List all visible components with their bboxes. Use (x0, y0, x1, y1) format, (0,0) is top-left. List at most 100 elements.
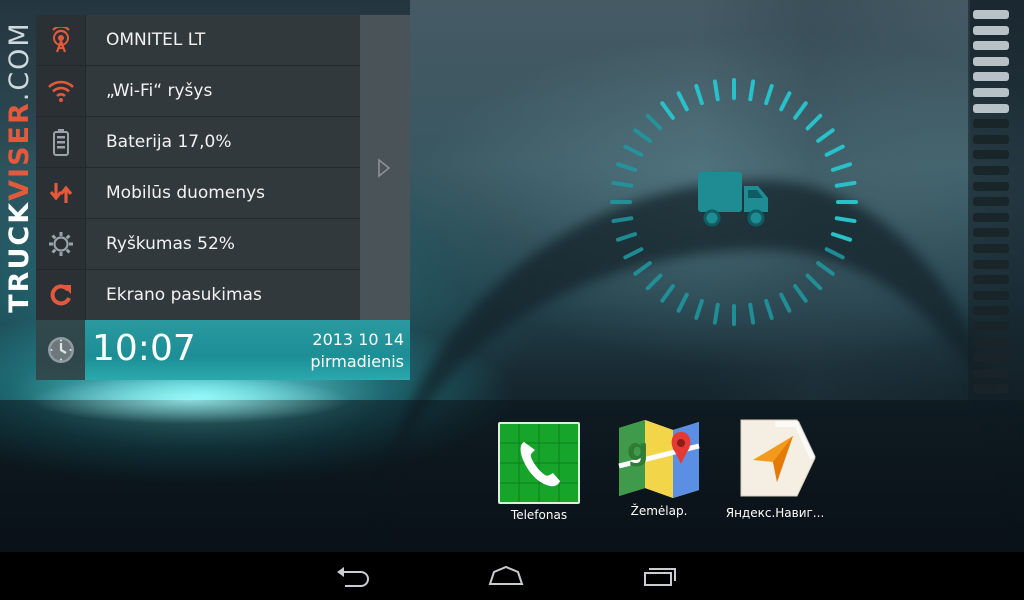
clock-time: 10:07 (92, 328, 196, 369)
gauge-tick (676, 91, 689, 112)
status-row-battery[interactable]: Baterija 17,0% (36, 117, 360, 168)
brand-com: .COM (3, 21, 35, 102)
status-label: Ekrano pasukimas (106, 285, 262, 305)
status-panel: OMNITEL LT „Wi-Fi“ ryšys Baterija 17,0% … (36, 15, 410, 320)
gauge-tick (779, 292, 792, 313)
gauge-tick (660, 284, 675, 303)
volume-bar-segment (973, 275, 1009, 285)
brightness-gear-icon (36, 219, 86, 269)
app-label: Telefonas (510, 508, 568, 522)
status-row-wifi[interactable]: „Wi-Fi“ ryšys (36, 66, 360, 117)
status-row-carrier[interactable]: OMNITEL LT (36, 15, 360, 66)
volume-bar-segment (973, 150, 1009, 160)
volume-bar-segment (973, 134, 1009, 144)
app-yandex-navigator[interactable]: Яндекс.Навиг... (720, 418, 830, 520)
clock-date-block: 2013 10 14 pirmadienis (310, 329, 404, 373)
clock-weekday: pirmadienis (310, 352, 404, 371)
gauge-tick (779, 91, 792, 112)
volume-bars[interactable] (968, 0, 1024, 400)
volume-bar-segment (973, 306, 1009, 316)
volume-bar-segment (973, 56, 1009, 66)
volume-bar-segment (973, 290, 1009, 300)
volume-bar-segment (973, 10, 1009, 19)
gauge-tick (611, 180, 634, 188)
volume-bar-segment (973, 212, 1009, 222)
back-icon[interactable] (333, 564, 373, 588)
status-row-mobile-data[interactable]: Mobilūs duomenys (36, 168, 360, 219)
volume-bar-segment (973, 368, 1009, 378)
gauge-tick (712, 302, 720, 325)
gauge-tick (824, 144, 845, 157)
truck-icon (698, 172, 768, 227)
status-label: Ryškumas 52% (106, 234, 235, 254)
speed-gauge[interactable] (608, 76, 860, 328)
gauge-tick (834, 216, 857, 224)
wifi-icon (36, 66, 86, 116)
recents-icon[interactable] (640, 564, 680, 588)
app-label: Яндекс.Навиг... (725, 506, 825, 520)
volume-bar-segment (973, 244, 1009, 253)
gauge-tick (816, 261, 835, 276)
gauge-tick (764, 298, 774, 321)
gauge-tick (611, 216, 634, 224)
status-row-rotation[interactable]: Ekrano pasukimas (36, 270, 360, 320)
maps-app-icon: g (617, 418, 701, 500)
navigation-bar (0, 552, 1024, 600)
volume-bar-segment (973, 181, 1009, 191)
volume-bar-segment (973, 384, 1009, 394)
volume-bar-segment (973, 322, 1009, 331)
status-label: „Wi-Fi“ ryšys (106, 81, 213, 101)
gauge-tick (748, 79, 756, 102)
phone-app-icon (498, 422, 580, 504)
app-telefonas[interactable]: Telefonas (484, 418, 594, 522)
cell-tower-icon (36, 15, 86, 65)
gauge-tick (793, 101, 808, 120)
volume-bar-segment (973, 103, 1009, 113)
clock-icon (36, 320, 85, 380)
clock-date: 2013 10 14 (312, 330, 404, 349)
gauge-tick (694, 83, 704, 106)
status-label: OMNITEL LT (106, 30, 206, 50)
status-label: Mobilūs duomenys (106, 183, 266, 203)
gauge-tick (660, 101, 675, 120)
volume-bar-segment (973, 25, 1009, 35)
home-icon[interactable] (486, 564, 526, 588)
gauge-tick (712, 79, 720, 102)
gauge-tick (805, 113, 823, 131)
rotate-icon (36, 270, 86, 320)
brand-truck: TRUCK (3, 200, 35, 313)
status-row-brightness[interactable]: Ryškumas 52% (36, 219, 360, 270)
volume-bar-segment (973, 197, 1009, 207)
shelf-glow (0, 380, 380, 440)
gauge-tick (694, 298, 704, 321)
gauge-tick (830, 232, 853, 242)
gauge-tick (834, 180, 857, 188)
gauge-tick (645, 113, 663, 131)
gauge-tick (676, 292, 689, 313)
gauge-tick (615, 162, 638, 172)
brand-logo: TRUCK VISER .COM (2, 2, 36, 332)
app-zemelap[interactable]: g Žemėlap. (604, 418, 714, 518)
volume-bar-segment (973, 353, 1009, 363)
gauge-tick (633, 261, 652, 276)
volume-bar-segment (973, 166, 1009, 175)
app-label: Žemėlap. (630, 504, 688, 518)
gauge-tick (830, 162, 853, 172)
gauge-tick (633, 128, 652, 143)
chevron-right-icon[interactable] (376, 158, 392, 178)
volume-bar-segment (973, 337, 1009, 347)
volume-bar-segment (973, 72, 1009, 82)
volume-bar-segment (973, 41, 1009, 51)
status-label: Baterija 17,0% (106, 132, 232, 152)
volume-bar-segment (973, 119, 1009, 129)
gauge-tick (748, 302, 756, 325)
mobile-data-arrows-icon (36, 168, 86, 218)
volume-bar-segment (973, 88, 1009, 97)
gauge-tick (623, 247, 644, 260)
volume-bar-segment (973, 228, 1009, 238)
gauge-tick (805, 273, 823, 291)
clock-widget[interactable]: 10:07 2013 10 14 pirmadienis (36, 320, 410, 380)
gauge-tick (615, 232, 638, 242)
gauge-tick (816, 128, 835, 143)
gauge-tick (824, 247, 845, 260)
